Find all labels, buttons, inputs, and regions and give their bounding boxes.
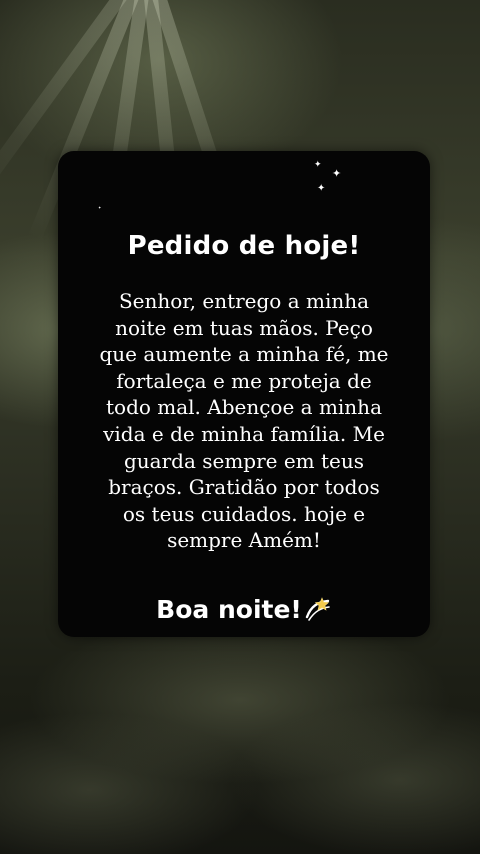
dizzy-star-icon bbox=[304, 596, 332, 628]
card-title: Pedido de hoje! bbox=[127, 231, 361, 261]
sparkles-icon: ✦ bbox=[98, 205, 102, 210]
sparkles-icon: ✦ bbox=[314, 160, 322, 170]
closing-line: Boa noite! bbox=[58, 595, 430, 628]
prayer-text: Senhor, entrego a minha noite em tuas mã… bbox=[99, 289, 389, 553]
prayer-card: ✦ ✦ ✦ ✦ Pedido de hoje! Senhor, entrego … bbox=[58, 151, 430, 637]
night-sky-background: ✦ ✦ ✦ ✦ Pedido de hoje! Senhor, entrego … bbox=[0, 0, 480, 854]
sparkles-icon: ✦ bbox=[317, 183, 326, 194]
sparkles-icon: ✦ bbox=[332, 167, 342, 180]
closing-text: Boa noite! bbox=[156, 595, 302, 624]
